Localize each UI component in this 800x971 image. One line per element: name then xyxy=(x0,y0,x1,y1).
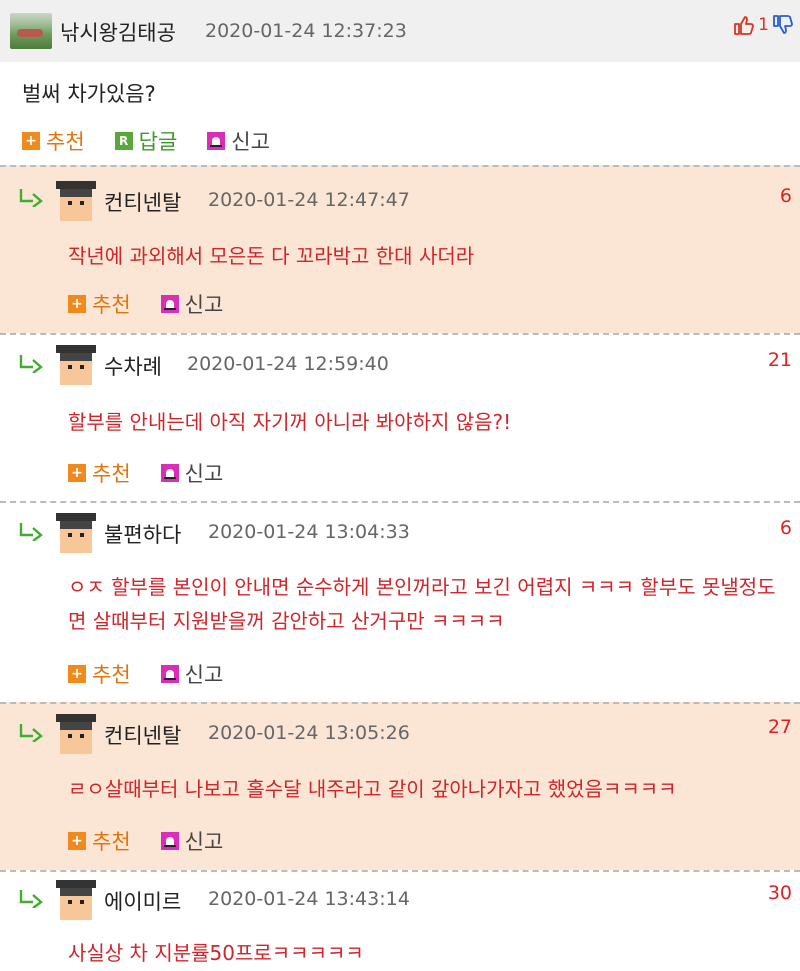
recommend-label: 추천 xyxy=(92,663,131,687)
comment-author[interactable]: 수차례 xyxy=(104,351,162,381)
reply-label: 답글 xyxy=(138,130,178,154)
report-button[interactable]: 신고 xyxy=(207,126,270,156)
plus-icon: + xyxy=(68,665,86,683)
plus-icon: + xyxy=(68,464,86,482)
recommend-button[interactable]: + 추천 xyxy=(68,458,131,488)
comment-text: ㅇㅈ 할부를 본인이 안내면 순수하게 본인꺼라고 보긴 어렵지 ㅋㅋㅋ 할부도… xyxy=(68,575,776,633)
pixel-avatar[interactable] xyxy=(56,714,96,754)
comment-datetime: 2020-01-24 13:05:26 xyxy=(208,722,410,744)
report-label: 신고 xyxy=(184,462,224,486)
plus-icon: + xyxy=(22,132,40,150)
comment-vote-count: 21 xyxy=(767,349,792,371)
divider xyxy=(0,333,800,335)
recommend-label: 추천 xyxy=(46,130,85,154)
comment-item: 불편하다 2020-01-24 13:04:33 6 ㅇㅈ 할부를 본인이 안내… xyxy=(0,501,800,702)
pixel-avatar[interactable] xyxy=(56,345,96,385)
comment-item: 컨티넨탈 2020-01-24 13:05:26 27 ㄹㅇ살때부터 나보고 홀… xyxy=(0,702,800,870)
comment-item: 에이미르 2020-01-24 13:43:14 30 사실상 차 지분률50프… xyxy=(0,870,800,971)
comment-vote-count: 30 xyxy=(767,882,792,904)
siren-icon xyxy=(160,295,179,313)
recommend-button[interactable]: + 추천 xyxy=(68,659,131,689)
reply-icon: R xyxy=(114,132,133,150)
siren-icon xyxy=(160,665,179,683)
report-label: 신고 xyxy=(184,663,224,687)
report-button[interactable]: 신고 xyxy=(160,826,224,856)
recommend-button[interactable]: + 추천 xyxy=(22,126,85,156)
report-button[interactable]: 신고 xyxy=(160,458,224,488)
post-body: 벌써 차가있음? xyxy=(22,82,156,106)
report-label: 신고 xyxy=(184,293,224,317)
comment-author[interactable]: 불편하다 xyxy=(104,519,181,549)
reply-arrow-icon xyxy=(19,890,43,908)
report-button[interactable]: 신고 xyxy=(160,659,224,689)
post-author[interactable]: 낚시왕김태공 xyxy=(60,17,176,47)
divider xyxy=(0,702,800,704)
post-actions: + 추천 R 답글 신고 xyxy=(22,126,300,156)
comment-vote-count: 6 xyxy=(779,185,792,207)
comment-vote-count: 6 xyxy=(779,517,792,539)
comment-text: ㄹㅇ살때부터 나보고 홀수달 내주라고 같이 갚아나가자고 했었음ㅋㅋㅋㅋ xyxy=(68,777,677,801)
comment-author[interactable]: 컨티넨탈 xyxy=(104,187,181,217)
comment-text: 작년에 과외해서 모은돈 다 꼬라박고 한대 사더라 xyxy=(68,244,475,268)
comment-actions: + 추천 신고 xyxy=(68,458,253,488)
pixel-avatar[interactable] xyxy=(56,880,96,920)
vote-controls: 1 xyxy=(733,14,794,36)
siren-icon xyxy=(207,132,226,150)
recommend-label: 추천 xyxy=(92,462,131,486)
reply-arrow-icon xyxy=(19,724,43,742)
like-count: 1 xyxy=(758,15,769,35)
thumbs-up-icon[interactable] xyxy=(733,14,755,36)
pixel-avatar[interactable] xyxy=(56,181,96,221)
comment-actions: + 추천 신고 xyxy=(68,659,253,689)
comment-author[interactable]: 컨티넨탈 xyxy=(104,720,181,750)
recommend-label: 추천 xyxy=(92,293,131,317)
comment-item: 컨티넨탈 2020-01-24 12:47:47 6 작년에 과외해서 모은돈 … xyxy=(0,165,800,333)
comment-datetime: 2020-01-24 12:47:47 xyxy=(208,189,410,211)
pixel-avatar[interactable] xyxy=(56,513,96,553)
recommend-button[interactable]: + 추천 xyxy=(68,289,131,319)
post-datetime: 2020-01-24 12:37:23 xyxy=(205,20,407,42)
comment-text: 할부를 안내는데 아직 자기꺼 아니라 봐야하지 않음?! xyxy=(68,410,512,434)
thumbs-down-icon[interactable] xyxy=(772,14,794,36)
siren-icon xyxy=(160,464,179,482)
comment-datetime: 2020-01-24 12:59:40 xyxy=(187,353,389,375)
report-label: 신고 xyxy=(231,130,270,154)
comment-actions: + 추천 신고 xyxy=(68,289,253,319)
report-label: 신고 xyxy=(184,830,224,854)
comment-actions: + 추천 신고 xyxy=(68,826,253,856)
divider xyxy=(0,870,800,872)
comment-text: 사실상 차 지분률50프로ㅋㅋㅋㅋㅋ xyxy=(68,941,364,965)
plus-icon: + xyxy=(68,295,86,313)
reply-button[interactable]: R 답글 xyxy=(114,126,178,156)
divider xyxy=(0,165,800,167)
plus-icon: + xyxy=(68,832,86,850)
recommend-label: 추천 xyxy=(92,830,131,854)
comment-datetime: 2020-01-24 13:43:14 xyxy=(208,888,410,910)
comment-item: 수차례 2020-01-24 12:59:40 21 할부를 안내는데 아직 자… xyxy=(0,333,800,501)
author-avatar[interactable] xyxy=(10,13,52,49)
reply-arrow-icon xyxy=(19,189,43,207)
comment-vote-count: 27 xyxy=(767,716,792,738)
siren-icon xyxy=(160,832,179,850)
comment-author[interactable]: 에이미르 xyxy=(104,886,181,916)
post-header: 낚시왕김태공 2020-01-24 12:37:23 1 xyxy=(0,0,800,62)
recommend-button[interactable]: + 추천 xyxy=(68,826,131,856)
reply-arrow-icon xyxy=(19,523,43,541)
comment-datetime: 2020-01-24 13:04:33 xyxy=(208,521,410,543)
reply-arrow-icon xyxy=(19,355,43,373)
divider xyxy=(0,501,800,503)
report-button[interactable]: 신고 xyxy=(160,289,224,319)
